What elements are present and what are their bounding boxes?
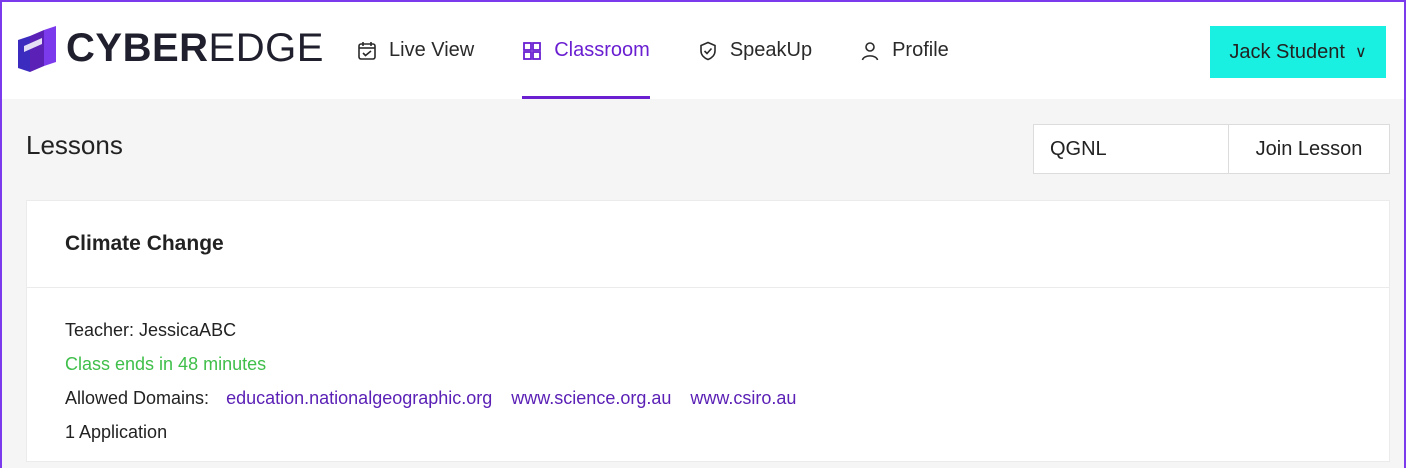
grid-icon <box>523 41 542 60</box>
brand-light-text: EDGE <box>208 25 324 70</box>
brand-logo[interactable]: CYBEREDGE <box>16 24 324 72</box>
user-icon <box>861 41 879 60</box>
join-lesson-button[interactable]: Join Lesson <box>1228 125 1389 173</box>
lesson-code-input[interactable] <box>1034 125 1228 173</box>
applications-count: 1 Application <box>65 422 168 442</box>
domain-link[interactable]: education.nationalgeographic.org <box>226 388 492 408</box>
domain-link[interactable]: www.science.org.au <box>511 388 671 408</box>
nav-item-live-view[interactable]: Live View <box>357 2 474 99</box>
nav-item-profile[interactable]: Profile <box>860 2 949 99</box>
top-navigation-bar: CYBEREDGE Live View Classroom SpeakUp Pr… <box>2 2 1404 99</box>
nav-label: Classroom <box>554 39 650 61</box>
lesson-card: Climate Change Teacher: JessicaABC Class… <box>26 200 1390 462</box>
allowed-domains-label: Allowed Domains: <box>65 388 210 408</box>
nav-label: Live View <box>389 39 475 61</box>
brand-bold-text: CYBER <box>66 25 209 70</box>
app-frame: CYBEREDGE Live View Classroom SpeakUp Pr… <box>0 0 1406 468</box>
nav-label: Profile <box>892 39 949 61</box>
class-status: Class ends in 48 minutes <box>65 354 267 374</box>
lesson-title: Climate Change <box>27 201 1389 288</box>
calendar-icon <box>358 41 376 60</box>
user-menu-button[interactable]: Jack Student ∨ <box>1210 26 1386 78</box>
user-name: Jack Student <box>1229 40 1345 63</box>
main-nav: Live View Classroom SpeakUp Profile <box>357 2 997 99</box>
teacher-line: Teacher: JessicaABC <box>65 320 237 340</box>
join-lesson-group: Join Lesson <box>1033 124 1390 174</box>
page-title: Lessons <box>26 130 123 160</box>
lesson-details: Teacher: JessicaABC Class ends in 48 min… <box>27 288 1389 449</box>
domain-link[interactable]: www.csiro.au <box>690 388 796 408</box>
shield-icon <box>700 41 716 60</box>
nav-item-speakup[interactable]: SpeakUp <box>698 2 812 99</box>
chevron-down-icon: ∨ <box>1354 44 1367 61</box>
allowed-domains-line: Allowed Domains: education.nationalgeogr… <box>65 381 1389 415</box>
nav-item-classroom[interactable]: Classroom <box>522 2 650 99</box>
nav-label: SpeakUp <box>729 39 813 61</box>
brand-wordmark: CYBEREDGE <box>66 26 324 71</box>
logo-mark-icon <box>18 26 56 72</box>
